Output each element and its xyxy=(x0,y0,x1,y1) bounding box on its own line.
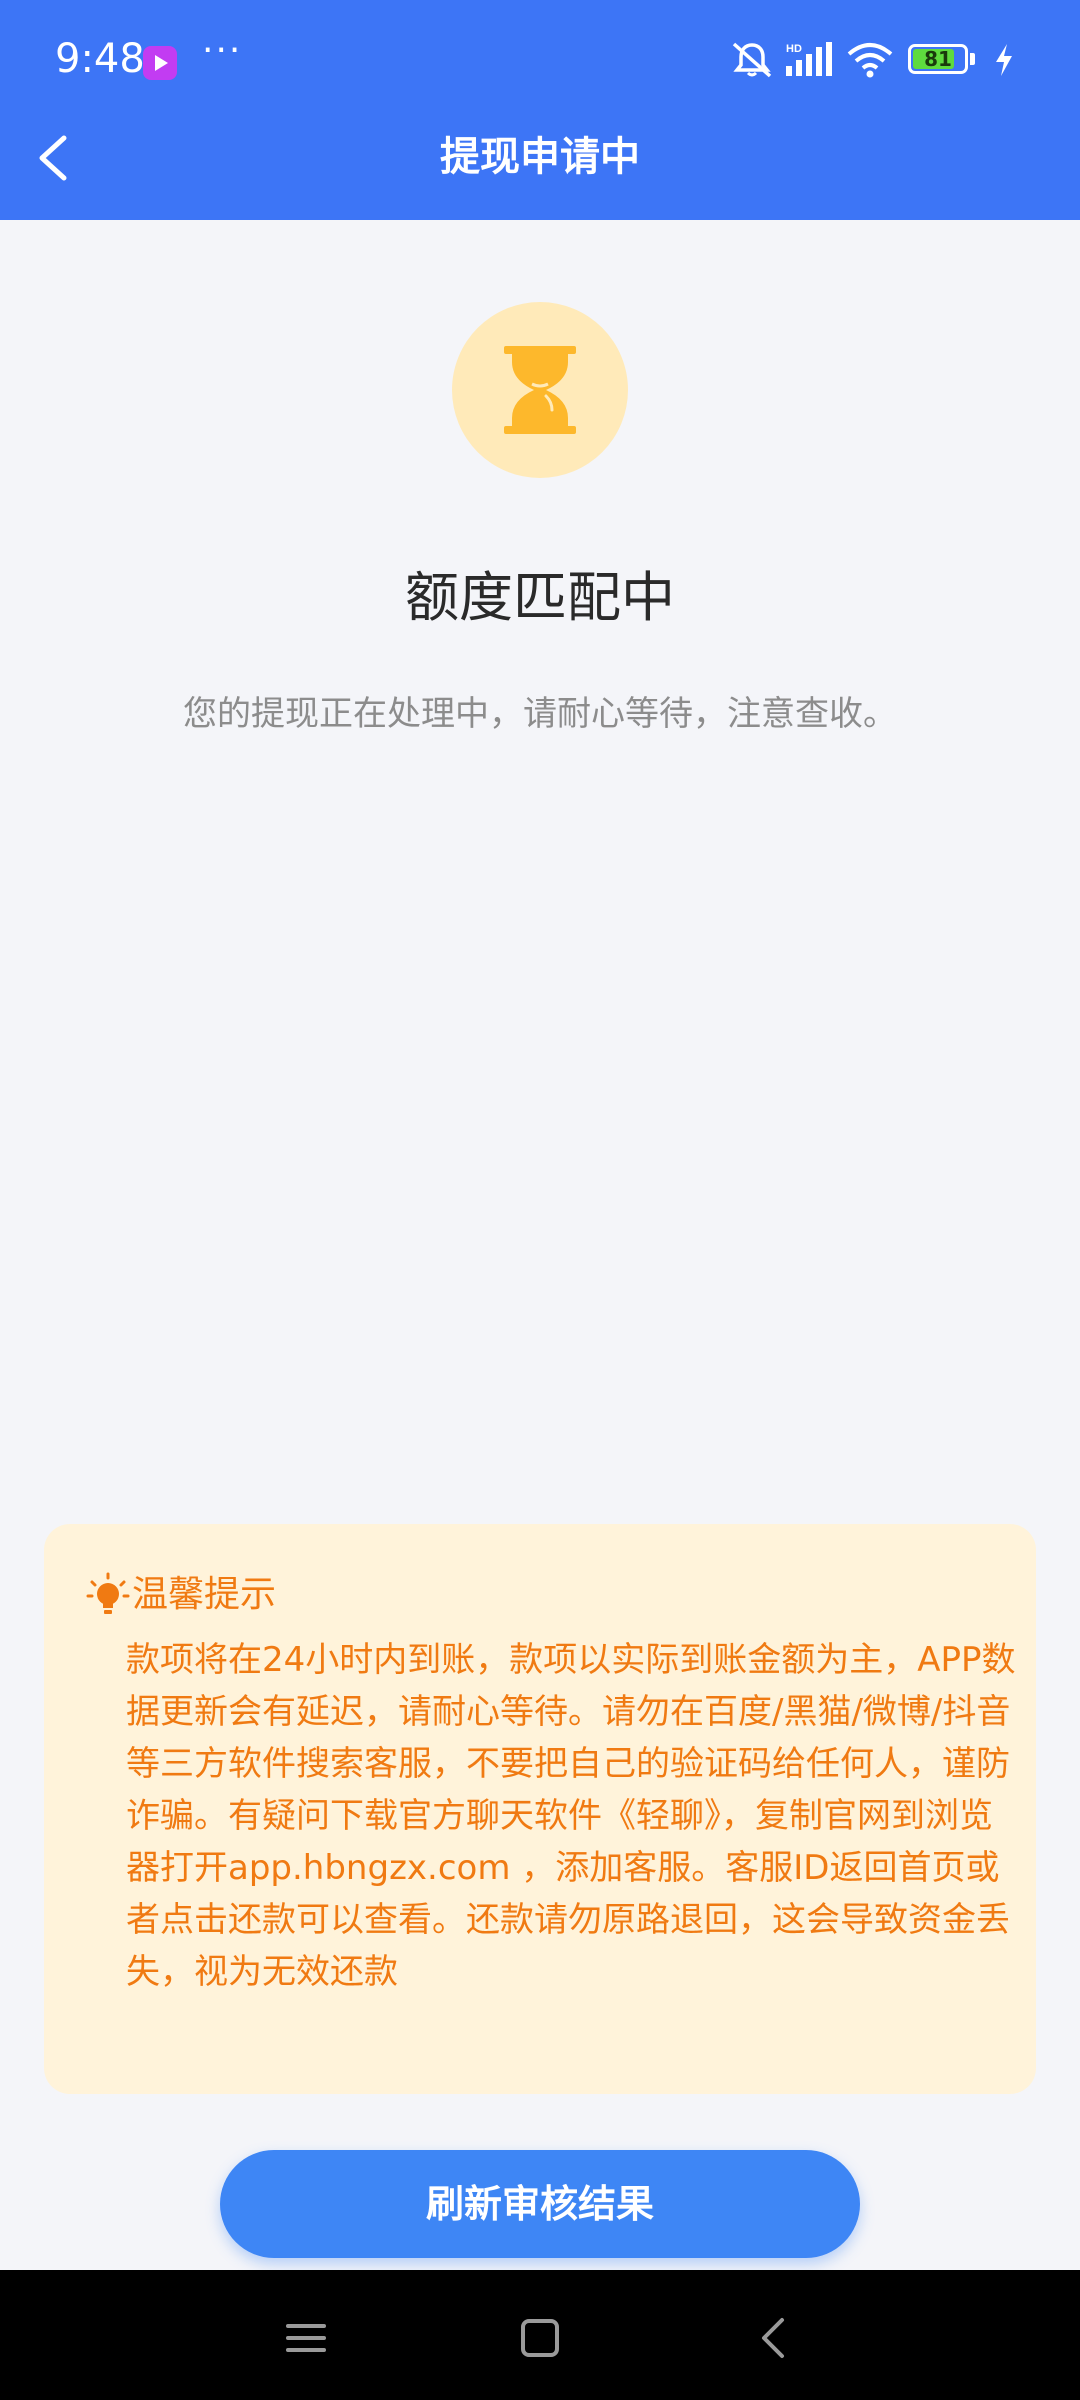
status-bar: 9:48 ··· HD 81 xyxy=(0,0,1080,125)
battery-level: 81 xyxy=(924,47,952,71)
hd-label: HD xyxy=(786,43,802,55)
battery-indicator: 81 xyxy=(908,44,968,74)
battery-tip xyxy=(970,53,975,65)
wifi-icon xyxy=(847,43,893,78)
muted-bell-icon xyxy=(732,42,772,78)
refresh-review-button[interactable]: 刷新审核结果 xyxy=(220,2150,860,2258)
status-description: 您的提现正在处理中，请耐心等待，注意查收。 xyxy=(183,694,897,734)
cellular-signal-icon: HD xyxy=(786,42,832,76)
lightbulb-icon xyxy=(86,1572,130,1614)
tip-body: 款项将在24小时内到账，款项以实际到账金额为主，APP数据更新会有延迟，请耐心等… xyxy=(126,1640,1016,1992)
more-notifications-icon: ··· xyxy=(202,30,243,71)
status-time: 9:48 xyxy=(55,36,145,82)
status-indicators: HD 81 xyxy=(730,40,1050,84)
page-title: 提现申请中 xyxy=(440,134,640,180)
menu-icon xyxy=(286,2324,326,2352)
menu-button[interactable] xyxy=(278,2310,334,2366)
status-title: 额度匹配中 xyxy=(405,566,675,629)
back-triangle-icon xyxy=(762,2318,784,2358)
system-back-button[interactable] xyxy=(746,2310,802,2366)
status-icon-circle xyxy=(452,302,628,478)
home-button[interactable] xyxy=(512,2310,568,2366)
tip-card: 温馨提示 款项将在24小时内到账，款项以实际到账金额为主，APP数据更新会有延迟… xyxy=(44,1524,1036,2094)
system-navigation-bar xyxy=(0,2270,1080,2400)
tip-title: 温馨提示 xyxy=(132,1574,277,1615)
app-header: 9:48 ··· HD 81 提现申请中 xyxy=(0,0,1080,220)
hourglass-icon xyxy=(504,346,576,434)
charging-bolt-icon xyxy=(996,44,1012,76)
video-app-icon xyxy=(143,46,177,80)
home-square-icon xyxy=(521,2319,559,2357)
